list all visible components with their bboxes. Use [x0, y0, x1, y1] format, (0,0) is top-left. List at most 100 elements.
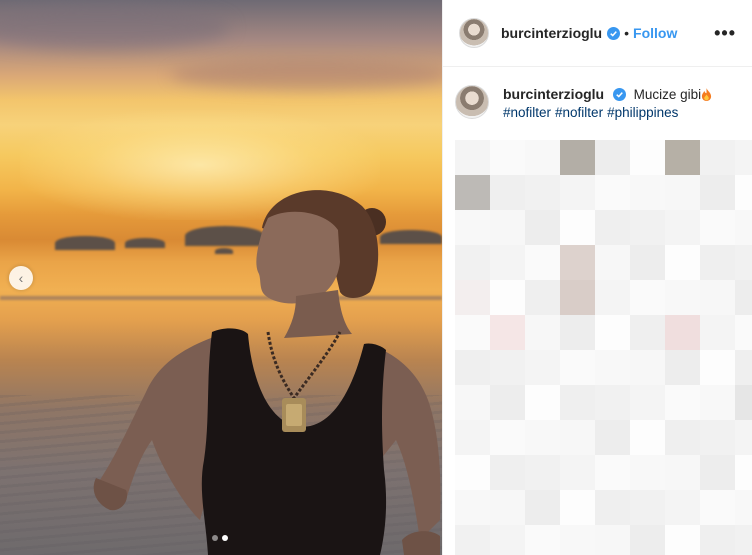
mosaic-pixel [595, 210, 631, 246]
carousel-dot [212, 535, 218, 541]
mosaic-pixel [735, 280, 752, 316]
mosaic-pixel [630, 350, 666, 386]
mosaic-pixel [735, 140, 752, 176]
mosaic-pixel [525, 385, 561, 421]
post-header: burcinterzioglu • Follow ••• [443, 0, 752, 67]
mosaic-pixel [455, 210, 491, 246]
mosaic-pixel [665, 280, 701, 316]
mosaic-pixel [595, 420, 631, 456]
mosaic-pixel [525, 315, 561, 351]
mosaic-pixel [560, 525, 596, 555]
mosaic-pixel [735, 385, 752, 421]
mosaic-pixel [700, 140, 736, 176]
mosaic-pixel [490, 280, 526, 316]
caption-avatar[interactable] [455, 85, 489, 119]
mosaic-pixel [490, 385, 526, 421]
mosaic-pixel [525, 210, 561, 246]
mosaic-pixel [525, 420, 561, 456]
mosaic-pixel [700, 280, 736, 316]
follow-button[interactable]: Follow [633, 25, 677, 41]
mosaic-pixel [700, 210, 736, 246]
mosaic-pixel [735, 490, 752, 526]
mosaic-pixel [490, 490, 526, 526]
mosaic-pixel [700, 420, 736, 456]
mosaic-pixel [700, 175, 736, 211]
mosaic-pixel [455, 280, 491, 316]
mosaic-pixel [630, 175, 666, 211]
hashtag-link[interactable]: #nofilter [503, 105, 551, 120]
mosaic-pixel [455, 420, 491, 456]
mosaic-pixel [455, 140, 491, 176]
carousel-dot-active [222, 535, 228, 541]
mosaic-pixel [490, 140, 526, 176]
verified-badge-icon [607, 26, 621, 40]
mosaic-pixel [665, 455, 701, 491]
mosaic-pixel [630, 210, 666, 246]
mosaic-pixel [595, 455, 631, 491]
mosaic-pixel [735, 315, 752, 351]
mosaic-pixel [595, 280, 631, 316]
mosaic-pixel [595, 525, 631, 555]
mosaic-pixel [595, 175, 631, 211]
hashtag-link[interactable]: #philippines [607, 105, 678, 120]
post-side-panel: burcinterzioglu • Follow ••• burcinterzi… [442, 0, 752, 555]
mosaic-pixel [560, 210, 596, 246]
caption-comment: burcinterzioglu Mucize gibi #nofilter #no… [443, 67, 752, 122]
mosaic-pixel [595, 350, 631, 386]
mosaic-pixel [455, 490, 491, 526]
mosaic-pixel [630, 525, 666, 555]
mosaic-pixel [455, 245, 491, 281]
carousel-prev-button[interactable]: ‹ [9, 266, 33, 290]
mosaic-pixel [630, 420, 666, 456]
hashtag-link[interactable]: #nofilter [555, 105, 603, 120]
caption-hashtags: #nofilter #nofilter #philippines [503, 104, 712, 122]
mosaic-pixel [525, 350, 561, 386]
mosaic-pixel [735, 525, 752, 555]
mosaic-pixel [490, 420, 526, 456]
more-options-icon[interactable]: ••• [714, 23, 736, 44]
mosaic-pixel [490, 315, 526, 351]
post-photo[interactable]: ‹ [0, 0, 442, 555]
mosaic-pixel [455, 385, 491, 421]
mosaic-pixel [490, 350, 526, 386]
mosaic-pixel [560, 385, 596, 421]
mosaic-pixel [595, 315, 631, 351]
mosaic-pixel [595, 385, 631, 421]
mosaic-pixel [700, 245, 736, 281]
mosaic-pixel [700, 455, 736, 491]
mosaic-pixel [665, 350, 701, 386]
mosaic-pixel [630, 140, 666, 176]
mosaic-pixel [665, 315, 701, 351]
mosaic-pixel [735, 245, 752, 281]
mosaic-pixel [700, 350, 736, 386]
mosaic-pixel [700, 315, 736, 351]
mosaic-pixel [525, 280, 561, 316]
mosaic-pixel [735, 455, 752, 491]
mosaic-pixel [630, 385, 666, 421]
mosaic-pixel [630, 245, 666, 281]
mosaic-pixel [595, 245, 631, 281]
mosaic-pixel [735, 175, 752, 211]
mosaic-pixel [560, 280, 596, 316]
caption-username[interactable]: burcinterzioglu [503, 86, 604, 102]
instagram-post: ‹ burcinterzioglu • Follow ••• burcinter… [0, 0, 752, 555]
mosaic-pixel [455, 525, 491, 555]
mosaic-pixel [560, 455, 596, 491]
carousel-indicator [212, 535, 228, 541]
mosaic-pixel [735, 210, 752, 246]
mosaic-pixel [735, 420, 752, 456]
mosaic-pixel [490, 175, 526, 211]
fire-emoji-icon [702, 88, 712, 101]
header-separator: • [624, 25, 630, 41]
mosaic-pixel [525, 490, 561, 526]
author-avatar[interactable] [459, 18, 489, 48]
mosaic-pixel [630, 315, 666, 351]
mosaic-pixel [490, 455, 526, 491]
mosaic-pixel [455, 455, 491, 491]
woman-silhouette [93, 190, 441, 555]
mosaic-pixel [560, 140, 596, 176]
mosaic-pixel [525, 175, 561, 211]
mosaic-pixel [665, 385, 701, 421]
author-username[interactable]: burcinterzioglu [501, 25, 602, 41]
mosaic-pixel [525, 245, 561, 281]
